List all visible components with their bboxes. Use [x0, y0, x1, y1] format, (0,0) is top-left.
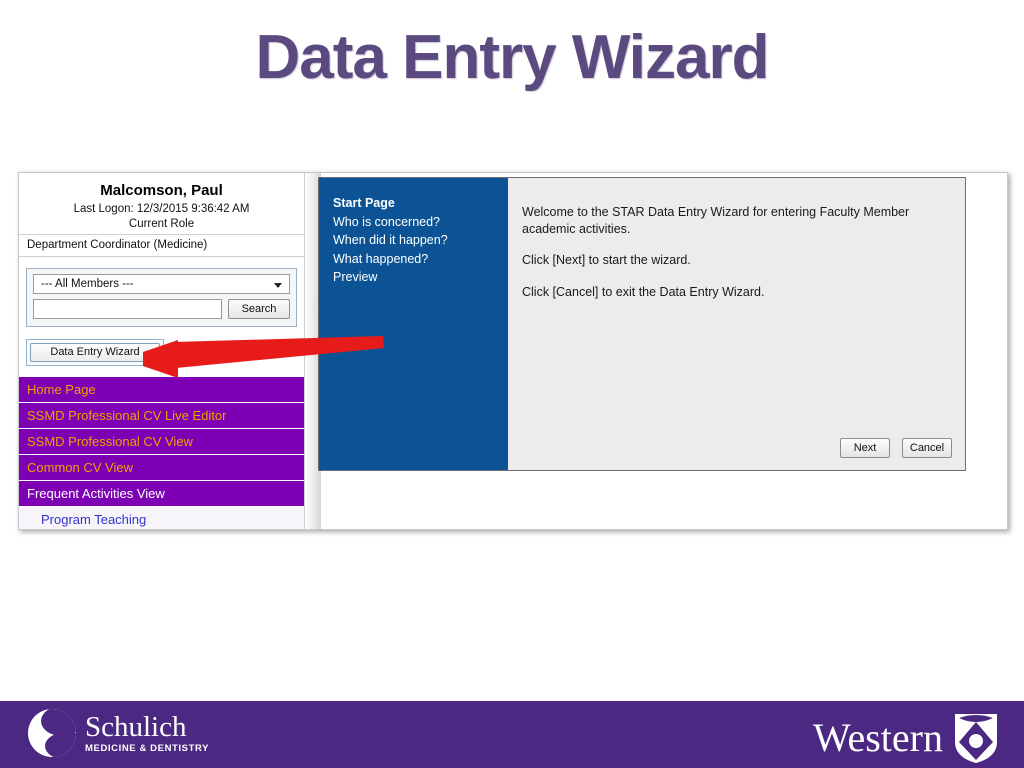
- wizard-next-instruction: Click [Next] to start the wizard.: [522, 253, 691, 267]
- schulich-name: Schulich: [85, 711, 187, 743]
- data-entry-wizard-button[interactable]: Data Entry Wizard: [30, 343, 160, 362]
- user-name: Malcomson, Paul: [100, 182, 223, 199]
- schulich-logo: Schulich MEDICINE & DENTISTRY: [28, 709, 209, 757]
- wizard-step-what-happened[interactable]: What happened?: [333, 250, 508, 269]
- wizard-welcome-text: Welcome to the STAR Data Entry Wizard fo…: [522, 205, 910, 236]
- wizard-action-bar: Next Cancel: [840, 438, 952, 458]
- wizard-content-area: Welcome to the STAR Data Entry Wizard fo…: [508, 178, 965, 470]
- member-search-box: --- All Members --- Search: [26, 268, 297, 327]
- data-entry-wizard-button-wrapper: Data Entry Wizard: [26, 339, 164, 366]
- current-role-label: Current Role: [19, 218, 304, 235]
- splitter-grip: ::::::: [312, 303, 317, 316]
- page-title: Data Entry Wizard: [255, 23, 770, 92]
- sidebar-item-frequent-activities-view[interactable]: Frequent Activities View: [19, 481, 304, 507]
- sidebar-item-ssmd-cv-view[interactable]: SSMD Professional CV View: [19, 429, 304, 455]
- search-button[interactable]: Search: [228, 299, 290, 319]
- schulich-wordmark: Schulich MEDICINE & DENTISTRY: [85, 712, 209, 754]
- search-input[interactable]: [33, 299, 222, 319]
- western-logo: Western: [813, 712, 999, 764]
- wizard-step-preview[interactable]: Preview: [333, 268, 508, 287]
- western-name: Western: [812, 715, 943, 760]
- member-filter-dropdown[interactable]: --- All Members ---: [33, 274, 290, 294]
- member-filter-selected-label: --- All Members ---: [41, 278, 134, 290]
- cancel-button[interactable]: Cancel: [902, 438, 952, 458]
- schulich-mark-icon: [28, 709, 76, 757]
- wizard-cancel-instruction: Click [Cancel] to exit the Data Entry Wi…: [522, 284, 765, 299]
- wizard-step-who-is-concerned[interactable]: Who is concerned?: [333, 213, 508, 232]
- schulich-subtitle: MEDICINE & DENTISTRY: [85, 743, 210, 754]
- sidebar-item-ssmd-cv-live-editor[interactable]: SSMD Professional CV Live Editor: [19, 403, 304, 429]
- left-navigation-pane: Malcomson, Paul Last Logon: 12/3/2015 9:…: [19, 173, 305, 529]
- sidebar-item-home-page[interactable]: Home Page: [19, 377, 304, 403]
- sidebar-item-common-cv-view[interactable]: Common CV View: [19, 455, 304, 481]
- wizard-step-start-page[interactable]: Start Page: [333, 194, 508, 213]
- brand-footer: Schulich MEDICINE & DENTISTRY Western: [0, 701, 1024, 768]
- data-entry-wizard-dialog: Start Page Who is concerned? When did it…: [318, 177, 966, 471]
- sidebar-item-program-teaching[interactable]: Program Teaching: [19, 507, 304, 529]
- last-logon-text: Last Logon: 12/3/2015 9:36:42 AM: [73, 203, 250, 215]
- nav-list: Home Page SSMD Professional CV Live Edit…: [19, 377, 304, 529]
- current-role-value: Department Coordinator (Medicine): [19, 235, 304, 257]
- slide: Data Entry Wizard Malcomson, Paul Last L…: [0, 0, 1024, 768]
- wizard-step-list: Start Page Who is concerned? When did it…: [319, 178, 508, 470]
- next-button[interactable]: Next: [840, 438, 890, 458]
- wizard-step-when-did-it-happen[interactable]: When did it happen?: [333, 231, 508, 250]
- western-shield-icon: [955, 714, 997, 763]
- search-row: Search: [33, 299, 290, 319]
- chevron-down-icon: [274, 283, 282, 288]
- application-screenshot: Malcomson, Paul Last Logon: 12/3/2015 9:…: [18, 172, 1008, 530]
